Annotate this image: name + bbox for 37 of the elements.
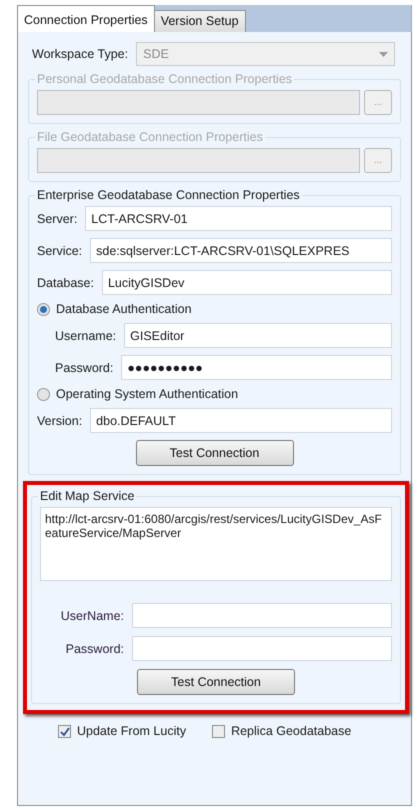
url-field[interactable]: http://lct-arcsrv-01:6080/arcgis/rest/services/LucityGISDev_AsFeatureService/MapServer xyxy=(40,507,392,581)
checkbox-option[interactable]: Update From Lucity xyxy=(58,724,186,738)
field-label: Service: xyxy=(37,244,82,258)
field-label: Database: xyxy=(37,276,94,290)
group-title: Edit Map Service xyxy=(39,489,136,503)
field-label: Server: xyxy=(37,212,78,226)
field-label: Version: xyxy=(37,414,82,428)
path-field[interactable] xyxy=(37,90,360,115)
input-field[interactable]: dbo.DEFAULT xyxy=(90,408,392,433)
field-label: Password: xyxy=(55,360,114,374)
field-label: Username: xyxy=(55,328,116,342)
checkbox[interactable] xyxy=(58,724,71,738)
input-field[interactable]: LCT-ARCSRV-01 xyxy=(85,206,392,231)
radio-option[interactable]: Database Authentication xyxy=(37,302,392,316)
group-title: Enterprise Geodatabase Connection Properties xyxy=(36,188,301,202)
input-field[interactable] xyxy=(132,603,392,628)
radio-circle[interactable] xyxy=(37,302,50,316)
caret-icon xyxy=(379,52,388,56)
checkbox-option[interactable]: Replica Geodatabase xyxy=(212,724,352,738)
radio-option[interactable]: Operating System Authentication xyxy=(37,387,392,401)
tab[interactable]: Connection Properties xyxy=(17,5,155,32)
group-title: File Geodatabase Connection Properties xyxy=(36,130,264,144)
input-field[interactable]: ●●●●●●●●●● xyxy=(121,355,392,380)
input-field[interactable]: LucityGISDev xyxy=(102,270,392,295)
input-field[interactable] xyxy=(132,636,392,661)
field-label: Password: xyxy=(64,642,124,656)
test-connection-button[interactable]: Test Connection xyxy=(137,669,295,695)
input-field[interactable]: GISEditor xyxy=(124,323,392,348)
path-field[interactable] xyxy=(37,148,360,173)
radio-circle[interactable] xyxy=(37,388,50,400)
test-connection-button[interactable]: Test Connection xyxy=(136,440,294,466)
tab[interactable]: Version Setup xyxy=(154,10,246,32)
field-label: UserName: xyxy=(60,608,124,622)
field-label: Workspace Type: xyxy=(32,47,128,61)
input-field[interactable]: sde:sqlserver:LCT-ARCSRV-01\SQLEXPRES xyxy=(90,238,392,263)
group-title: Personal Geodatabase Connection Properties xyxy=(36,72,294,86)
checkbox[interactable] xyxy=(212,724,226,738)
